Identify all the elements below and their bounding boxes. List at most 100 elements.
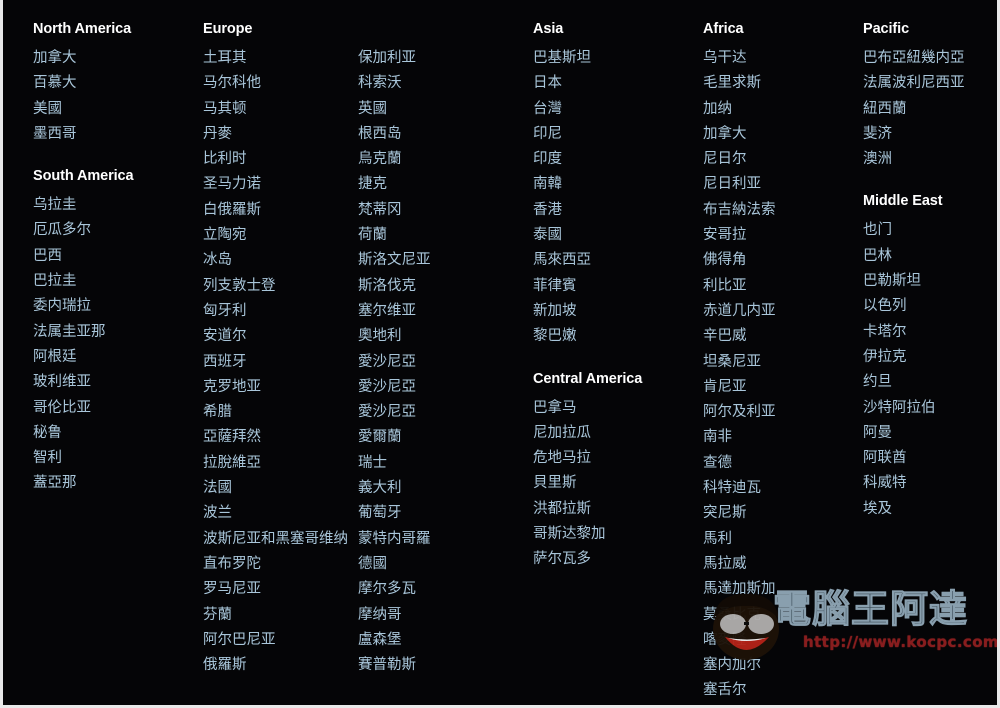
country-link[interactable]: 卡塔尔 bbox=[863, 320, 997, 345]
country-link[interactable]: 保加利亚 bbox=[358, 46, 528, 71]
country-link[interactable]: 厄瓜多尔 bbox=[33, 218, 198, 243]
country-link[interactable]: 马尔科他 bbox=[203, 71, 355, 96]
country-link[interactable]: 布吉納法索 bbox=[703, 198, 858, 223]
country-link[interactable]: 立陶宛 bbox=[203, 223, 355, 248]
country-link[interactable]: 貝里斯 bbox=[533, 471, 698, 496]
country-link[interactable]: 巴基斯坦 bbox=[533, 46, 698, 71]
country-link[interactable]: 法属圭亚那 bbox=[33, 320, 198, 345]
country-link[interactable]: 梵蒂冈 bbox=[358, 198, 528, 223]
country-link[interactable]: 马其顿 bbox=[203, 97, 355, 122]
country-link[interactable]: 乌干达 bbox=[703, 46, 858, 71]
country-link[interactable]: 冰岛 bbox=[203, 248, 355, 273]
country-link[interactable]: 美國 bbox=[33, 97, 198, 122]
country-link[interactable]: 塞舌尔 bbox=[703, 678, 858, 703]
country-link[interactable]: 泰國 bbox=[533, 223, 698, 248]
country-link[interactable]: 巴林 bbox=[863, 244, 997, 269]
country-link[interactable]: 哥斯达黎加 bbox=[533, 522, 698, 547]
country-link[interactable]: 瑞士 bbox=[358, 451, 528, 476]
country-link[interactable]: 義大利 bbox=[358, 476, 528, 501]
country-link[interactable]: 蒙特内哥羅 bbox=[358, 527, 528, 552]
country-link[interactable]: 突尼斯 bbox=[703, 501, 858, 526]
country-link[interactable]: 巴布亞紐幾内亞 bbox=[863, 46, 997, 71]
country-link[interactable]: 蓋亞那 bbox=[33, 471, 198, 496]
country-link[interactable]: 斯洛文尼亚 bbox=[358, 248, 528, 273]
country-link[interactable]: 英國 bbox=[358, 97, 528, 122]
country-link[interactable]: 紐西蘭 bbox=[863, 97, 997, 122]
country-link[interactable]: 南韓 bbox=[533, 172, 698, 197]
country-link[interactable]: 阿曼 bbox=[863, 421, 997, 446]
country-link[interactable]: 摩尔多瓦 bbox=[358, 577, 528, 602]
country-link[interactable]: 葡萄牙 bbox=[358, 501, 528, 526]
country-link[interactable]: 列支敦士登 bbox=[203, 274, 355, 299]
country-link[interactable]: 希腊 bbox=[203, 400, 355, 425]
country-link[interactable]: 莫桑比克 bbox=[703, 603, 858, 628]
country-link[interactable]: 巴勒斯坦 bbox=[863, 269, 997, 294]
country-link[interactable]: 根西岛 bbox=[358, 122, 528, 147]
country-link[interactable]: 荷蘭 bbox=[358, 223, 528, 248]
country-link[interactable]: 墨西哥 bbox=[33, 122, 198, 147]
country-link[interactable]: 科威特 bbox=[863, 471, 997, 496]
country-link[interactable]: 捷克 bbox=[358, 172, 528, 197]
country-link[interactable]: 圣马力诺 bbox=[203, 172, 355, 197]
country-link[interactable]: 加拿大 bbox=[33, 46, 198, 71]
country-link[interactable]: 佛得角 bbox=[703, 248, 858, 273]
country-link[interactable]: 赤道几内亚 bbox=[703, 299, 858, 324]
country-link[interactable]: 丹麥 bbox=[203, 122, 355, 147]
country-link[interactable]: 科索沃 bbox=[358, 71, 528, 96]
country-link[interactable]: 法属波利尼西亚 bbox=[863, 71, 997, 96]
country-link[interactable]: 波兰 bbox=[203, 501, 355, 526]
country-link[interactable]: 坦桑尼亚 bbox=[703, 350, 858, 375]
country-link[interactable]: 也门 bbox=[863, 218, 997, 243]
country-link[interactable]: 尼日尔 bbox=[703, 147, 858, 172]
country-link[interactable]: 尼加拉瓜 bbox=[533, 421, 698, 446]
country-link[interactable]: 烏克蘭 bbox=[358, 147, 528, 172]
country-link[interactable]: 土耳其 bbox=[203, 46, 355, 71]
country-link[interactable]: 罗马尼亚 bbox=[203, 577, 355, 602]
country-link[interactable]: 秘鲁 bbox=[33, 421, 198, 446]
country-link[interactable]: 愛沙尼亞 bbox=[358, 400, 528, 425]
country-link[interactable]: 亞薩拜然 bbox=[203, 425, 355, 450]
country-link[interactable]: 阿根廷 bbox=[33, 345, 198, 370]
country-link[interactable]: 新加坡 bbox=[533, 299, 698, 324]
country-link[interactable]: 馬利 bbox=[703, 527, 858, 552]
country-link[interactable]: 斯洛伐克 bbox=[358, 274, 528, 299]
country-link[interactable]: 百慕大 bbox=[33, 71, 198, 96]
country-link[interactable]: 斐济 bbox=[863, 122, 997, 147]
country-link[interactable]: 安道尔 bbox=[203, 324, 355, 349]
country-link[interactable]: 伊拉克 bbox=[863, 345, 997, 370]
country-link[interactable]: 巴拉圭 bbox=[33, 269, 198, 294]
country-link[interactable]: 辛巴威 bbox=[703, 324, 858, 349]
country-link[interactable]: 阿尔巴尼亚 bbox=[203, 628, 355, 653]
country-link[interactable]: 印度 bbox=[533, 147, 698, 172]
country-link[interactable]: 尼日利亚 bbox=[703, 172, 858, 197]
country-link[interactable]: 巴西 bbox=[33, 244, 198, 269]
country-link[interactable]: 愛沙尼亞 bbox=[358, 375, 528, 400]
country-link[interactable]: 毛里求斯 bbox=[703, 71, 858, 96]
country-link[interactable]: 危地马拉 bbox=[533, 446, 698, 471]
country-link[interactable]: 乌拉圭 bbox=[33, 193, 198, 218]
country-link[interactable]: 科特迪瓦 bbox=[703, 476, 858, 501]
country-link[interactable]: 智利 bbox=[33, 446, 198, 471]
country-link[interactable]: 芬蘭 bbox=[203, 603, 355, 628]
country-link[interactable]: 肯尼亚 bbox=[703, 375, 858, 400]
country-link[interactable]: 哥伦比亚 bbox=[33, 396, 198, 421]
country-link[interactable]: 菲律賓 bbox=[533, 274, 698, 299]
country-link[interactable]: 愛爾蘭 bbox=[358, 425, 528, 450]
country-link[interactable]: 南非 bbox=[703, 425, 858, 450]
country-link[interactable]: 安哥拉 bbox=[703, 223, 858, 248]
country-link[interactable]: 比利时 bbox=[203, 147, 355, 172]
country-link[interactable]: 法國 bbox=[203, 476, 355, 501]
country-link[interactable]: 馬拉威 bbox=[703, 552, 858, 577]
country-link[interactable]: 台灣 bbox=[533, 97, 698, 122]
country-link[interactable]: 查德 bbox=[703, 451, 858, 476]
country-link[interactable]: 喀麥隆 bbox=[703, 628, 858, 653]
country-link[interactable]: 波斯尼亚和黑塞哥维纳 bbox=[203, 527, 355, 552]
country-link[interactable]: 盧森堡 bbox=[358, 628, 528, 653]
country-link[interactable]: 澳洲 bbox=[863, 147, 997, 172]
country-link[interactable]: 馬達加斯加 bbox=[703, 577, 858, 602]
country-link[interactable]: 加拿大 bbox=[703, 122, 858, 147]
country-link[interactable]: 加纳 bbox=[703, 97, 858, 122]
country-link[interactable]: 拉脫維亞 bbox=[203, 451, 355, 476]
country-link[interactable]: 阿联酋 bbox=[863, 446, 997, 471]
country-link[interactable]: 塞内加尔 bbox=[703, 653, 858, 678]
